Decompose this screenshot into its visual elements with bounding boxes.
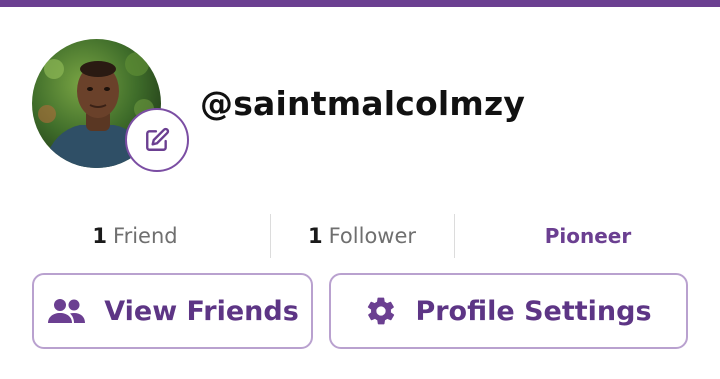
people-icon xyxy=(46,297,86,325)
followers-label: Follower xyxy=(328,224,417,248)
view-friends-label: View Friends xyxy=(104,295,299,327)
pioneer-badge: Pioneer xyxy=(544,224,632,248)
edit-avatar-button[interactable] xyxy=(125,108,189,172)
friends-count: 1 xyxy=(92,224,108,248)
profile-settings-button[interactable]: Profile Settings xyxy=(329,273,688,349)
gear-icon xyxy=(365,295,397,327)
avatar-container xyxy=(32,39,189,172)
followers-stat[interactable]: 1 Follower xyxy=(270,214,454,258)
stats-divider xyxy=(454,214,455,258)
top-accent-bar xyxy=(0,0,720,7)
pencil-square-icon xyxy=(146,127,170,151)
profile-settings-label: Profile Settings xyxy=(415,295,652,327)
followers-count: 1 xyxy=(307,224,323,248)
username: @saintmalcolmzy xyxy=(200,84,526,123)
friends-label: Friend xyxy=(113,224,178,248)
profile-stats: 1 Friend 1 Follower Pioneer xyxy=(0,214,720,258)
friends-stat[interactable]: 1 Friend xyxy=(40,214,230,258)
view-friends-button[interactable]: View Friends xyxy=(32,273,313,349)
